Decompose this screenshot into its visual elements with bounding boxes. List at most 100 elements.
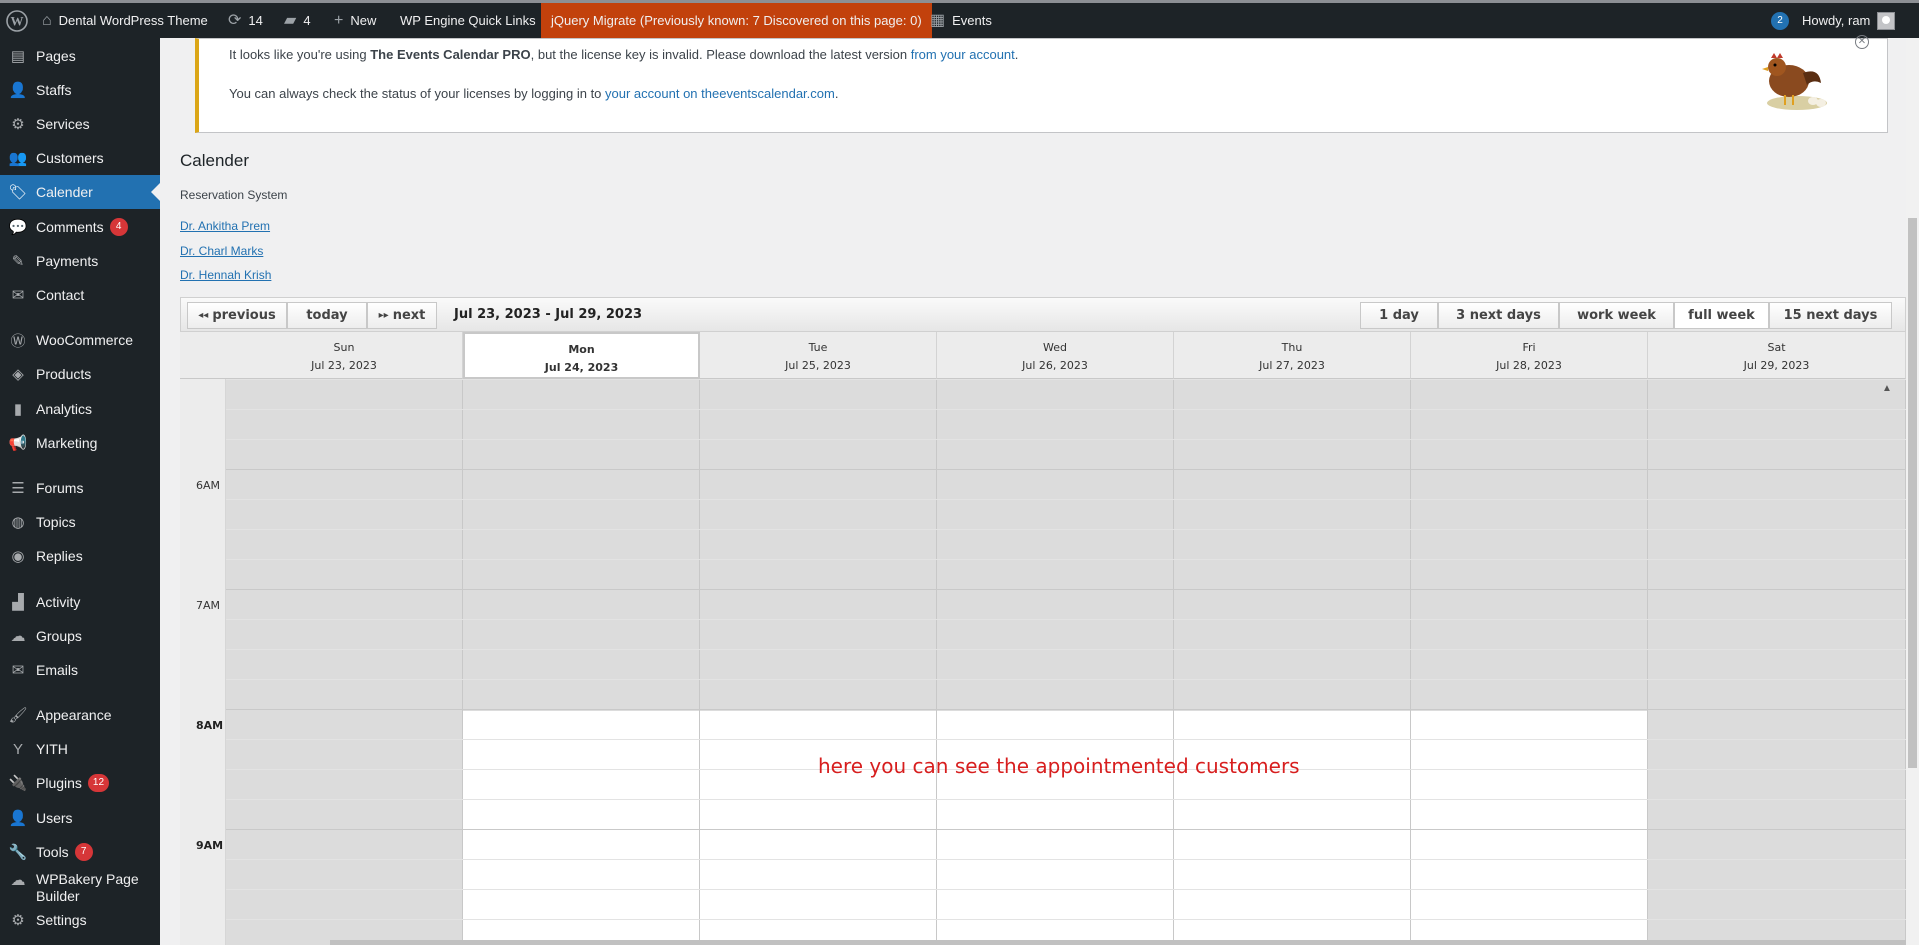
updates-link[interactable]: ⟳ 14 [228, 3, 263, 38]
doctor-link[interactable]: Dr. Ankitha Prem [180, 219, 270, 233]
site-name-link[interactable]: ⌂ Dental WordPress Theme [42, 3, 208, 38]
unavailable-slots [463, 379, 699, 711]
view-full-week-button[interactable]: full week [1674, 302, 1769, 329]
view-3-next-days-button[interactable]: 3 next days [1438, 302, 1559, 329]
previous-button[interactable]: ◂◂ previous [187, 302, 287, 329]
available-slots[interactable] [1411, 711, 1647, 945]
sidebar-item-woocommerce[interactable]: Ⓦ WooCommerce [0, 323, 160, 357]
sidebar-item-calender[interactable]: 🏷 Calender [0, 175, 160, 209]
time-gridline [226, 619, 1906, 620]
sidebar-item-topics[interactable]: ◍ Topics [0, 505, 160, 539]
view-1-day-button[interactable]: 1 day [1360, 302, 1438, 329]
sidebar-item-label: WPBakery Page Builder [36, 871, 139, 904]
plus-icon: + [334, 11, 344, 29]
annotation-text: here you can see the appointmented custo… [818, 754, 1300, 778]
sidebar-item-plugins[interactable]: 🔌 Plugins 12 [0, 766, 160, 800]
sidebar-item-marketing[interactable]: 📢 Marketing [0, 426, 160, 460]
sidebar-item-appearance[interactable]: 🖌 Appearance [0, 698, 160, 732]
next-button[interactable]: ▸▸ next [367, 302, 437, 329]
day-header-mon[interactable]: Mon Jul 24, 2023 [463, 332, 700, 379]
available-slots[interactable] [1648, 711, 1905, 945]
products-icon: ◈ [12, 366, 24, 383]
day-column-tue[interactable] [700, 379, 937, 945]
day-header-wed[interactable]: Wed Jul 26, 2023 [937, 332, 1174, 379]
sidebar-item-replies[interactable]: ◉ Replies [0, 539, 160, 573]
day-column-thu[interactable] [1174, 379, 1411, 945]
sidebar-item-label: Contact [36, 287, 85, 303]
sidebar-item-yith[interactable]: Y YITH [0, 732, 160, 766]
groups-icon: ☁ [10, 628, 26, 645]
new-content-link[interactable]: + New [334, 3, 376, 38]
sidebar-item-settings[interactable]: ⚙ Settings [0, 903, 160, 937]
available-slots[interactable] [700, 711, 936, 945]
count-badge: 12 [87, 774, 110, 792]
events-link[interactable]: ▦ Events [930, 3, 992, 38]
week-calendar: ◂◂ previous today ▸▸ next Jul 23, 2023 - J… [180, 297, 1906, 945]
available-slots[interactable] [1174, 711, 1410, 945]
unavailable-slots [1648, 379, 1905, 711]
available-slots[interactable] [226, 711, 462, 945]
doctor-link[interactable]: Dr. Hennah Krish [180, 268, 271, 282]
sidebar-item-comments[interactable]: 💬 Comments 4 [0, 210, 160, 244]
day-column-wed[interactable] [937, 379, 1174, 945]
previous-arrow-icon: ◂◂ [198, 310, 209, 321]
scroll-up-arrow-icon[interactable]: ▲ [1882, 383, 1892, 394]
day-column-mon[interactable] [463, 379, 700, 945]
day-header-fri[interactable]: Fri Jul 28, 2023 [1411, 332, 1648, 379]
sidebar-item-contact[interactable]: ✉ Contact [0, 278, 160, 312]
sidebar-item-customers[interactable]: 👥 Customers [0, 141, 160, 175]
day-header-sun[interactable]: Sun Jul 23, 2023 [226, 332, 463, 379]
jquery-migrate-link[interactable]: jQuery Migrate (Previously known: 7 Disc… [541, 3, 932, 38]
sidebar-item-users[interactable]: 👤 Users [0, 801, 160, 835]
available-slots[interactable] [937, 711, 1173, 945]
sidebar-item-payments[interactable]: ✎ Payments [0, 244, 160, 278]
appearance-icon: 🖌 [8, 707, 28, 724]
from-your-account-link[interactable]: from your account [911, 47, 1015, 62]
day-column-sat[interactable] [1648, 379, 1906, 945]
comments-link[interactable]: ▰ 4 [284, 3, 311, 38]
notifications-link[interactable]: 2 [1771, 3, 1789, 38]
sidebar-item-services[interactable]: ⚙ Services [0, 107, 160, 141]
customers-icon: 👥 [8, 150, 28, 167]
day-header-thu[interactable]: Thu Jul 27, 2023 [1174, 332, 1411, 379]
sidebar-item-forums[interactable]: ☰ Forums [0, 471, 160, 505]
sidebar-item-emails[interactable]: ✉ Emails [0, 653, 160, 687]
day-column-fri[interactable] [1411, 379, 1648, 945]
time-gridline [226, 499, 1906, 500]
analytics-icon: ▮ [13, 401, 23, 418]
my-account-link[interactable]: Howdy, ram [1802, 3, 1896, 38]
doctor-link[interactable]: Dr. Charl Marks [180, 244, 263, 258]
sidebar-item-activity[interactable]: ▟ Activity [0, 585, 160, 619]
scrollbar-thumb[interactable] [1908, 218, 1917, 768]
sidebar-item-pages[interactable]: ▤ Pages [0, 39, 160, 73]
wpbakery-icon: ☁ [10, 872, 26, 889]
day-header-tue[interactable]: Tue Jul 25, 2023 [700, 332, 937, 379]
view-15-next-days-button[interactable]: 15 next days [1769, 302, 1892, 329]
available-slots[interactable] [463, 711, 699, 945]
sidebar-item-label: YITH [36, 741, 68, 757]
avatar [1877, 11, 1896, 30]
sidebar-item-label: Marketing [36, 435, 98, 451]
chicken-mascot-icon [1762, 53, 1827, 110]
view-work-week-button[interactable]: work week [1559, 302, 1674, 329]
page-subtitle: Reservation System [180, 188, 288, 202]
tec-account-link[interactable]: your account on theeventscalendar.com [605, 86, 835, 101]
close-icon[interactable]: ✕ [1855, 35, 1869, 49]
time-gridline [226, 559, 1906, 560]
day-header-sat[interactable]: Sat Jul 29, 2023 [1648, 332, 1906, 379]
comment-icon: ▰ [284, 11, 297, 29]
page-scrollbar[interactable] [1906, 38, 1919, 945]
day-column-sun[interactable] [226, 379, 463, 945]
wordpress-logo-icon[interactable]: W [6, 3, 28, 38]
sidebar-item-staffs[interactable]: 👤 Staffs [0, 73, 160, 107]
horizontal-scrollbar[interactable] [330, 940, 1906, 945]
day-date: Jul 25, 2023 [785, 359, 851, 372]
today-button[interactable]: today [287, 302, 367, 329]
comments-icon: 💬 [8, 219, 28, 236]
sidebar-item-products[interactable]: ◈ Products [0, 357, 160, 391]
sidebar-item-groups[interactable]: ☁ Groups [0, 619, 160, 653]
sidebar-item-label: Payments [36, 253, 99, 269]
sidebar-item-analytics[interactable]: ▮ Analytics [0, 392, 160, 426]
sidebar-item-tools[interactable]: 🔧 Tools 7 [0, 835, 160, 869]
wpengine-quick-links[interactable]: WP Engine Quick Links [400, 3, 536, 38]
